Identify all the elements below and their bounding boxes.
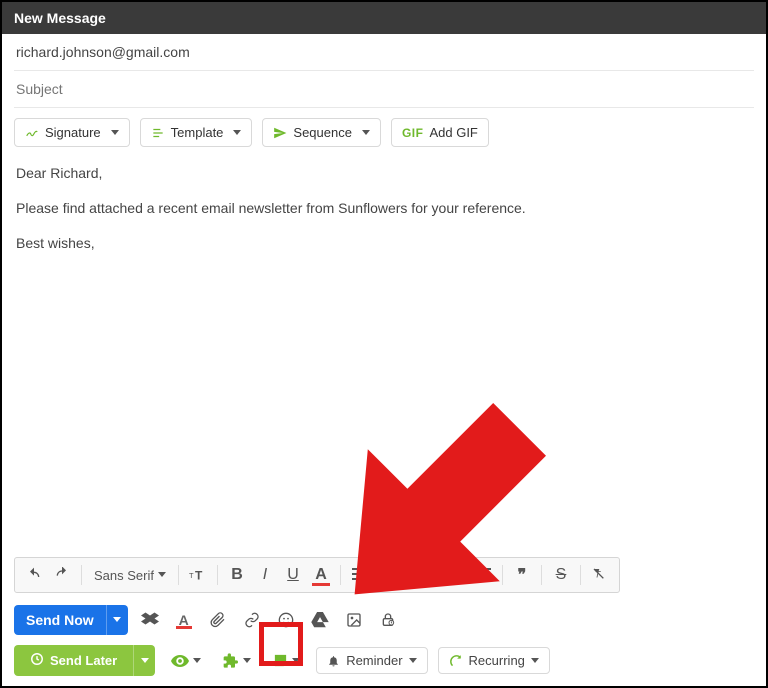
send-later-row: Send Later	[14, 645, 754, 676]
font-select[interactable]: Sans Serif	[88, 568, 172, 583]
underline-button[interactable]: U	[280, 562, 306, 588]
body-paragraph: Please find attached a recent email news…	[16, 198, 752, 219]
recurring-button[interactable]: Recurring	[438, 647, 550, 674]
to-chip[interactable]: richard.johnson@gmail.com	[16, 44, 190, 60]
compose-container: richard.johnson@gmail.com Signature Temp…	[2, 34, 766, 459]
chevron-down-icon	[111, 130, 119, 136]
redo-button[interactable]	[49, 562, 75, 588]
text-color-button[interactable]: A	[308, 562, 334, 588]
clear-formatting-button[interactable]: T	[587, 562, 613, 588]
tracking-dropdown[interactable]	[165, 649, 207, 673]
template-label: Template	[171, 125, 224, 140]
svg-text:T: T	[195, 569, 203, 583]
separator	[217, 565, 218, 585]
extensions-dropdown[interactable]	[217, 648, 257, 674]
eye-icon	[171, 654, 189, 668]
recurring-icon	[449, 654, 463, 668]
compose-footer: Sans Serif TT B I U A 123 ❞ S T Send Now	[4, 557, 764, 684]
indent-less-button[interactable]	[442, 562, 468, 588]
insert-drive-button[interactable]	[308, 608, 332, 632]
formatting-toolbar: Sans Serif TT B I U A 123 ❞ S T	[14, 557, 620, 593]
separator	[81, 565, 82, 585]
separator	[178, 565, 179, 585]
send-later-dropdown[interactable]	[133, 645, 155, 676]
sequence-label: Sequence	[293, 125, 352, 140]
compose-top-toolbar: Signature Template Sequence GIF	[14, 108, 754, 159]
body-greeting: Dear Richard,	[16, 163, 752, 184]
reminder-button[interactable]: Reminder	[316, 647, 427, 674]
puzzle-icon	[223, 653, 239, 669]
undo-button[interactable]	[21, 562, 47, 588]
send-now-dropdown[interactable]	[106, 605, 128, 635]
send-now-button[interactable]: Send Now	[14, 605, 106, 635]
bullet-list-button[interactable]	[403, 562, 429, 588]
sequence-button[interactable]: Sequence	[262, 118, 381, 147]
svg-text:3: 3	[380, 578, 383, 582]
reminder-label: Reminder	[346, 653, 402, 668]
separator	[580, 565, 581, 585]
chevron-down-icon	[362, 130, 370, 136]
send-now-split-group: Send Now	[14, 605, 128, 635]
separator	[340, 565, 341, 585]
signature-icon	[25, 126, 39, 140]
recipients-row[interactable]: richard.johnson@gmail.com	[14, 34, 754, 71]
text-color-icon[interactable]: A	[172, 608, 196, 632]
bell-icon	[327, 654, 340, 668]
template-icon	[151, 126, 165, 140]
window-title: New Message	[14, 10, 106, 26]
numbered-list-button[interactable]: 123	[375, 562, 401, 588]
separator	[435, 565, 436, 585]
dropbox-icon[interactable]	[138, 608, 162, 632]
addgif-label: Add GIF	[429, 125, 477, 140]
clock-icon	[30, 652, 44, 669]
message-body[interactable]: Dear Richard, Please find attached a rec…	[14, 159, 754, 459]
chevron-down-icon	[233, 130, 241, 136]
window-titlebar: New Message	[2, 2, 766, 34]
body-closing: Best wishes,	[16, 233, 752, 254]
subject-input[interactable]	[16, 81, 752, 97]
quote-button[interactable]: ❞	[509, 562, 535, 588]
signature-button[interactable]: Signature	[14, 118, 130, 147]
font-size-button[interactable]: TT	[185, 562, 211, 588]
insert-photo-icon[interactable]	[342, 608, 366, 632]
confidential-mode-icon[interactable]	[376, 608, 400, 632]
bold-button[interactable]: B	[224, 562, 250, 588]
send-now-label: Send Now	[26, 612, 94, 628]
recurring-label: Recurring	[469, 653, 525, 668]
send-later-button[interactable]: Send Later	[14, 645, 133, 676]
signature-label: Signature	[45, 125, 101, 140]
send-later-split-group: Send Later	[14, 645, 155, 676]
separator	[502, 565, 503, 585]
align-button[interactable]	[347, 562, 373, 588]
link-icon[interactable]	[240, 608, 264, 632]
strikethrough-button[interactable]: S	[548, 562, 574, 588]
indent-more-button[interactable]	[470, 562, 496, 588]
svg-text:T: T	[189, 571, 194, 580]
add-gif-button[interactable]: GIF Add GIF	[391, 118, 489, 147]
template-button[interactable]: Template	[140, 118, 253, 147]
note-icon	[273, 653, 288, 668]
subject-row[interactable]	[14, 71, 754, 108]
emoji-icon[interactable]	[274, 608, 298, 632]
attach-icon[interactable]	[206, 608, 230, 632]
send-later-label: Send Later	[50, 653, 117, 668]
separator	[541, 565, 542, 585]
gif-icon-label: GIF	[402, 126, 424, 140]
send-action-row: Send Now A	[14, 605, 754, 635]
italic-button[interactable]: I	[252, 562, 278, 588]
font-name: Sans Serif	[94, 568, 154, 583]
notes-dropdown[interactable]	[267, 648, 306, 673]
send-icon	[273, 126, 287, 140]
